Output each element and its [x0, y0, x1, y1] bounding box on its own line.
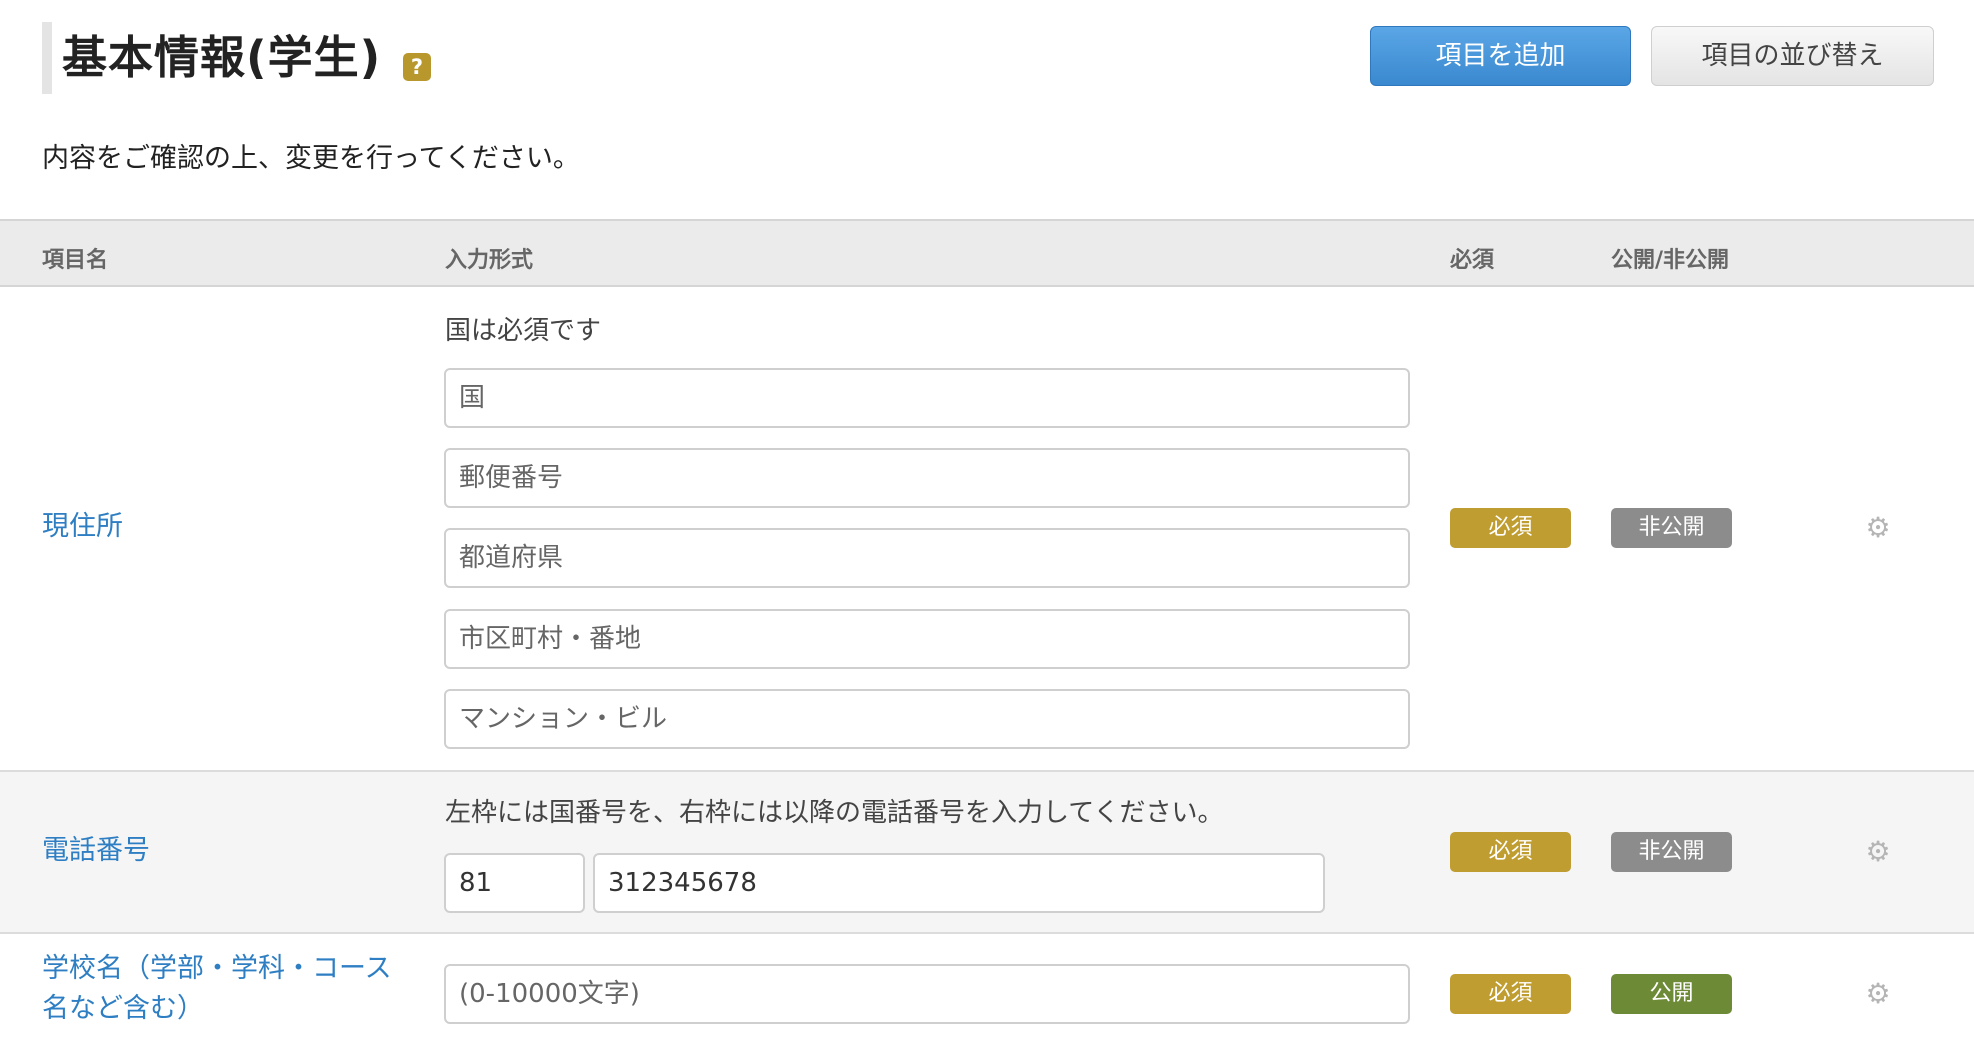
sort-items-button[interactable]: 項目の並び替え	[1651, 26, 1934, 86]
building-input[interactable]: マンション・ビル	[444, 689, 1410, 749]
phone-number-input[interactable]: 312345678	[593, 853, 1325, 913]
country-input[interactable]: 国	[444, 368, 1410, 428]
column-header-input-type: 入力形式	[445, 248, 534, 273]
field-name-address[interactable]: 現住所	[42, 507, 123, 547]
table-header: 項目名 入力形式 必須 公開/非公開	[0, 219, 1974, 287]
private-badge: 非公開	[1611, 508, 1732, 548]
required-badge: 必須	[1450, 832, 1571, 872]
public-badge: 公開	[1611, 974, 1732, 1014]
instruction-text: 内容をご確認の上、変更を行ってください。	[42, 143, 580, 174]
prefecture-input[interactable]: 都道府県	[444, 528, 1410, 588]
add-item-button[interactable]: 項目を追加	[1370, 26, 1631, 86]
gear-icon[interactable]: ⚙	[1864, 514, 1892, 542]
page-title: 基本情報(学生)	[62, 31, 382, 84]
private-badge: 非公開	[1611, 832, 1732, 872]
table-row-school: 学校名（学部・学科・コース名など含む） (0-10000文字) 必須 公開 ⚙	[0, 934, 1974, 1044]
column-header-visibility: 公開/非公開	[1611, 248, 1730, 273]
field-name-phone[interactable]: 電話番号	[42, 831, 150, 871]
title-accent-bar	[42, 22, 52, 94]
field-name-school[interactable]: 学校名（学部・学科・コース名など含む）	[42, 949, 392, 1029]
column-header-required: 必須	[1450, 248, 1495, 273]
required-badge: 必須	[1450, 974, 1571, 1014]
help-icon[interactable]: ?	[403, 53, 431, 81]
city-address-input[interactable]: 市区町村・番地	[444, 609, 1410, 669]
phone-hint: 左枠には国番号を、右枠には以降の電話番号を入力してください。	[445, 798, 1224, 828]
address-hint: 国は必須です	[445, 316, 602, 346]
school-name-input[interactable]: (0-10000文字)	[444, 964, 1410, 1024]
postal-code-input[interactable]: 郵便番号	[444, 448, 1410, 508]
table-row-phone: 電話番号 左枠には国番号を、右枠には以降の電話番号を入力してください。 81 3…	[0, 770, 1974, 934]
gear-icon[interactable]: ⚙	[1864, 980, 1892, 1008]
column-header-name: 項目名	[42, 248, 109, 273]
gear-icon[interactable]: ⚙	[1864, 838, 1892, 866]
table-row-address: 現住所 国は必須です 国 郵便番号 都道府県 市区町村・番地 マンション・ビル …	[0, 287, 1974, 770]
required-badge: 必須	[1450, 508, 1571, 548]
country-code-input[interactable]: 81	[444, 853, 585, 913]
